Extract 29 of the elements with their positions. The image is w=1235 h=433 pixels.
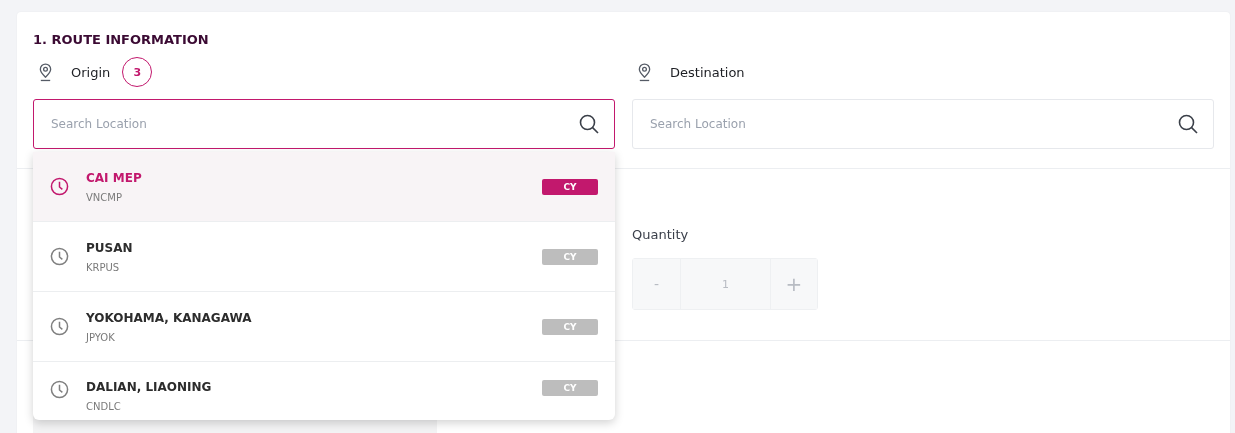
section-title: 1. ROUTE INFORMATION [33,32,210,49]
suggestion-item[interactable]: CAI MEP VNCMP CY [33,152,615,222]
location-pin-icon [38,62,53,82]
location-code: JPYOK [86,331,116,343]
type-tag: CY [542,380,598,396]
suggestion-item[interactable]: PUSAN KRPUS CY [33,222,615,292]
clock-icon [50,380,69,399]
type-tag: CY [542,178,598,195]
location-code: VNCMP [86,191,123,203]
search-icon[interactable] [1178,114,1198,134]
clock-icon [50,247,69,266]
field-label: Destination [670,64,745,80]
location-code: CNDLC [86,401,122,412]
location-pin-icon [637,62,652,82]
location-name: CAI MEP [86,170,143,185]
type-tag: CY [542,318,598,335]
field-label: Quantity [632,227,690,242]
clock-icon [50,317,69,336]
location-name: DALIAN, LIAONING [86,380,213,394]
suggestion-item[interactable]: YOKOHAMA, KANAGAWA JPYOK CY [33,292,615,362]
location-name: PUSAN [86,240,134,255]
search-icon[interactable] [579,114,599,134]
clock-icon [50,177,69,196]
type-tag: CY [542,248,598,265]
location-name: YOKOHAMA, KANAGAWA [86,310,253,325]
suggestion-item[interactable]: DALIAN, LIAONING CNDLC CY [33,362,615,420]
search-field[interactable]: Search Location [33,99,615,149]
field-label: Origin [71,64,111,80]
location-code: KRPUS [86,261,121,273]
